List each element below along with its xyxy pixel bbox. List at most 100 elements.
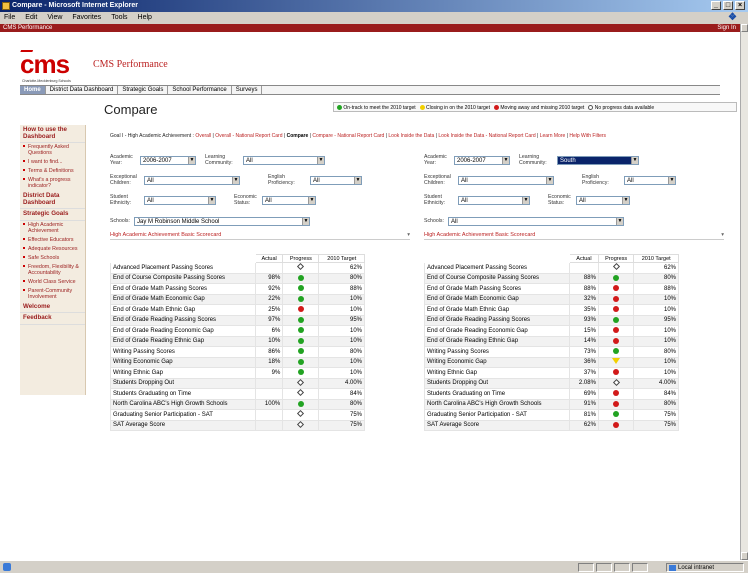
metric-name[interactable]: Graduating Senior Participation - SAT xyxy=(110,409,256,421)
sidebar-item-effective-educators[interactable]: Effective Educators xyxy=(20,236,85,245)
left-year-select[interactable]: 2006-2007 ▼ xyxy=(140,156,196,165)
metric-name[interactable]: End of Grade Reading Passing Scores xyxy=(110,314,256,326)
metric-name[interactable]: End of Course Composite Passing Scores xyxy=(424,272,570,284)
blank-header xyxy=(424,254,570,263)
left-ethnicity-select[interactable]: All ▼ xyxy=(144,196,216,205)
metric-name[interactable]: SAT Average Score xyxy=(424,419,570,431)
metric-name[interactable]: End of Course Composite Passing Scores xyxy=(110,272,256,284)
sidebar-item-adequate-resources[interactable]: Adequate Resources xyxy=(20,245,85,254)
sidebar-item-progress-indicator[interactable]: What's a progress indicator? xyxy=(20,176,85,191)
sidebar-welcome[interactable]: Welcome xyxy=(20,302,85,313)
left-exceptional-select[interactable]: All ▼ xyxy=(144,176,240,185)
page-content: cms Charlotte-Mecklenburg Schools CMS Pe… xyxy=(0,32,740,560)
metric-name[interactable]: End of Grade Reading Economic Gap xyxy=(110,325,256,337)
sidebar-district-data[interactable]: District Data Dashboard xyxy=(20,191,85,209)
left-school-select[interactable]: Jay M Robinson Middle School ▼ xyxy=(134,217,310,226)
metric-name[interactable]: Advanced Placement Passing Scores xyxy=(110,262,256,274)
right-scorecard-title[interactable]: High Academic Achievement Basic Scorecar… xyxy=(424,232,724,240)
sidebar-how-to[interactable]: How to use the Dashboard xyxy=(20,125,85,143)
metric-name[interactable]: End of Grade Math Economic Gap xyxy=(424,293,570,305)
menu-edit[interactable]: Edit xyxy=(25,14,37,23)
link-learn-more[interactable]: Learn More xyxy=(540,133,566,139)
menu-tools[interactable]: Tools xyxy=(111,14,127,23)
right-ethnicity-select[interactable]: All ▼ xyxy=(458,196,530,205)
sidebar-item-terms[interactable]: Terms & Definitions xyxy=(20,167,85,176)
metric-name[interactable]: End of Grade Math Passing Scores xyxy=(424,283,570,295)
progress-indicator xyxy=(282,304,320,316)
left-economic-select[interactable]: All ▼ xyxy=(262,196,316,205)
metric-name[interactable]: End of Grade Math Ethnic Gap xyxy=(424,304,570,316)
metric-name[interactable]: Writing Passing Scores xyxy=(424,346,570,358)
metric-name[interactable]: End of Grade Math Economic Gap xyxy=(110,293,256,305)
close-button[interactable]: × xyxy=(735,1,745,10)
metric-name[interactable]: End of Grade Math Passing Scores xyxy=(110,283,256,295)
link-compare-nrc[interactable]: Compare - National Report Card xyxy=(312,133,384,139)
sidebar-item-high-academic[interactable]: High Academic Achievement xyxy=(20,221,85,236)
sidebar-item-freedom[interactable]: Freedom, Flexibility & Accountability xyxy=(20,263,85,278)
metric-name[interactable]: Students Graduating on Time xyxy=(424,388,570,400)
scroll-down-button[interactable] xyxy=(741,552,748,560)
sidebar-item-world-class[interactable]: World Class Service xyxy=(20,278,85,287)
sidebar-item-find[interactable]: I want to find... xyxy=(20,158,85,167)
progress-indicator xyxy=(597,398,635,410)
nav-school-performance[interactable]: School Performance xyxy=(168,86,232,94)
right-english-select[interactable]: All ▼ xyxy=(624,176,676,185)
collapse-caret-icon[interactable]: ▾ xyxy=(407,232,410,238)
green-dot-icon xyxy=(297,327,304,334)
link-help-filters[interactable]: Help With Filters xyxy=(569,133,606,139)
metric-name[interactable]: Writing Passing Scores xyxy=(110,346,256,358)
actual-value: 69% xyxy=(569,388,599,400)
right-community-select[interactable]: South ▼ xyxy=(557,156,639,165)
sidebar-feedback[interactable]: Feedback xyxy=(20,313,85,325)
metric-name[interactable]: End of Grade Math Ethnic Gap xyxy=(110,304,256,316)
metric-name[interactable]: SAT Average Score xyxy=(110,419,256,431)
left-english-select[interactable]: All ▼ xyxy=(310,176,362,185)
nav-surveys[interactable]: Surveys xyxy=(232,86,263,94)
metric-name[interactable]: Writing Ethnic Gap xyxy=(424,367,570,379)
link-look-inside-nrc[interactable]: Look Inside the Data - National Report C… xyxy=(438,133,535,139)
metric-name[interactable]: North Carolina ABC's High Growth Schools xyxy=(424,398,570,410)
right-economic-select[interactable]: All ▼ xyxy=(576,196,630,205)
sidebar-item-safe-schools[interactable]: Safe Schools xyxy=(20,254,85,263)
right-year-select[interactable]: 2006-2007 ▼ xyxy=(454,156,510,165)
cms-logo[interactable]: cms Charlotte-Mecklenburg Schools xyxy=(18,50,76,83)
nav-district-data-dashboard[interactable]: District Data Dashboard xyxy=(46,86,119,94)
right-exceptional-select[interactable]: All ▼ xyxy=(458,176,554,185)
metric-name[interactable]: Advanced Placement Passing Scores xyxy=(424,262,570,274)
metric-name[interactable]: Writing Economic Gap xyxy=(110,356,256,368)
metric-name[interactable]: End of Grade Reading Passing Scores xyxy=(424,314,570,326)
goal-prefix: Goal I - High Academic Achievement : xyxy=(110,133,194,139)
link-overall-nrc[interactable]: Overall - National Report Card xyxy=(215,133,282,139)
table-row: Writing Passing Scores 86% 80% xyxy=(110,346,365,358)
menu-view[interactable]: View xyxy=(47,14,62,23)
maximize-button[interactable]: □ xyxy=(723,1,733,10)
nav-strategic-goals[interactable]: Strategic Goals xyxy=(118,86,169,94)
left-community-select[interactable]: All ▼ xyxy=(243,156,325,165)
left-scorecard-title[interactable]: High Academic Achievement Basic Scorecar… xyxy=(110,232,410,240)
metric-name[interactable]: End of Grade Reading Ethnic Gap xyxy=(424,335,570,347)
nav-home[interactable]: Home xyxy=(20,86,46,94)
minimize-button[interactable]: _ xyxy=(711,1,721,10)
metric-name[interactable]: Students Dropping Out xyxy=(424,377,570,389)
metric-name[interactable]: Writing Ethnic Gap xyxy=(110,367,256,379)
right-school-select[interactable]: All ▼ xyxy=(448,217,624,226)
vertical-scrollbar[interactable] xyxy=(740,24,748,560)
sidebar-item-parent-community[interactable]: Parent-Community Involvement xyxy=(20,287,85,302)
menu-favorites[interactable]: Favorites xyxy=(72,14,101,23)
metric-name[interactable]: End of Grade Reading Economic Gap xyxy=(424,325,570,337)
menu-file[interactable]: File xyxy=(4,14,15,23)
scroll-up-button[interactable] xyxy=(741,24,748,32)
metric-name[interactable]: North Carolina ABC's High Growth Schools xyxy=(110,398,256,410)
metric-name[interactable]: Graduating Senior Participation - SAT xyxy=(424,409,570,421)
link-look-inside[interactable]: Look Inside the Data xyxy=(388,133,434,139)
metric-name[interactable]: Writing Economic Gap xyxy=(424,356,570,368)
menu-help[interactable]: Help xyxy=(138,14,152,23)
sign-in-link[interactable]: Sign In xyxy=(717,25,736,31)
link-overall[interactable]: Overall xyxy=(195,133,211,139)
sidebar-item-faq[interactable]: Frequently Asked Questions xyxy=(20,143,85,158)
collapse-caret-icon[interactable]: ▾ xyxy=(721,232,724,238)
metric-name[interactable]: Students Graduating on Time xyxy=(110,388,256,400)
metric-name[interactable]: Students Dropping Out xyxy=(110,377,256,389)
sidebar-strategic-goals[interactable]: Strategic Goals xyxy=(20,209,85,221)
metric-name[interactable]: End of Grade Reading Ethnic Gap xyxy=(110,335,256,347)
